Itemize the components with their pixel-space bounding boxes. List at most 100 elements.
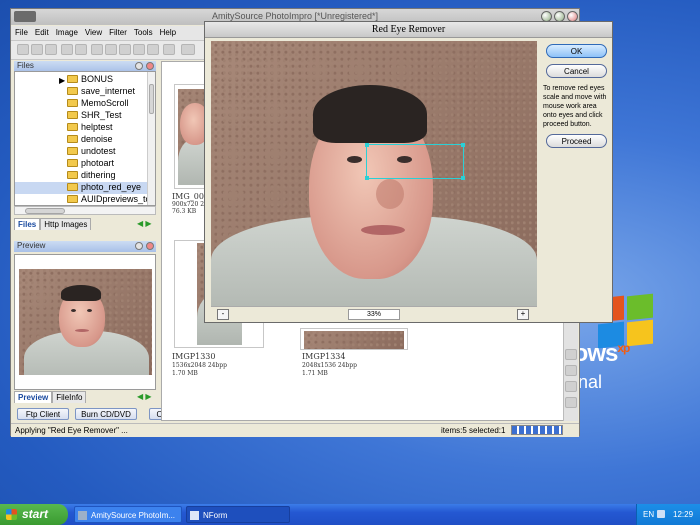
folder-icon bbox=[67, 159, 78, 167]
status-bar: Applying "Red Eye Remover" ... items:5 s… bbox=[11, 423, 579, 437]
thumbnail-size: 76.3 KB bbox=[172, 208, 197, 215]
tree-item[interactable]: MemoScroll bbox=[67, 98, 129, 110]
tree-item[interactable]: dithering bbox=[67, 170, 116, 182]
tool-icon[interactable] bbox=[565, 365, 577, 376]
tray-icon[interactable] bbox=[657, 510, 665, 518]
check-icon[interactable] bbox=[147, 44, 159, 55]
tree-item-selected[interactable]: photo_red_eye bbox=[15, 182, 155, 194]
folder-icon bbox=[67, 99, 78, 107]
start-button[interactable]: start bbox=[0, 504, 68, 525]
folder-tree[interactable]: ▶ BONUS save_internet MemoScroll SHR_Tes… bbox=[14, 71, 156, 206]
preview-photo bbox=[19, 269, 152, 375]
tree-item[interactable]: denoise bbox=[67, 134, 113, 146]
tree-item[interactable]: helptest bbox=[67, 122, 113, 134]
combo-box[interactable] bbox=[181, 44, 195, 55]
copy-icon[interactable] bbox=[91, 44, 103, 55]
scroll-thumb[interactable] bbox=[25, 208, 65, 214]
preview-area bbox=[14, 254, 156, 390]
menu-tools[interactable]: Tools bbox=[130, 26, 156, 37]
thumbnail-name: IMGP1330 bbox=[172, 352, 216, 361]
panel-close-icon[interactable] bbox=[146, 62, 154, 70]
task-photoimpro[interactable]: AmitySource PhotoIm... bbox=[74, 506, 182, 523]
menu-filter[interactable]: Filter bbox=[105, 26, 130, 37]
resize-handle[interactable] bbox=[365, 176, 369, 180]
stop-icon[interactable] bbox=[163, 44, 175, 55]
print-icon[interactable] bbox=[133, 44, 145, 55]
expand-arrow-icon[interactable]: ▶ bbox=[59, 76, 65, 85]
instructions-text: To remove red eyes scale and move with m… bbox=[543, 85, 607, 128]
tab-fileinfo[interactable]: FileInfo bbox=[52, 391, 87, 403]
folder-icon bbox=[67, 147, 78, 155]
tree-item[interactable]: save_internet bbox=[67, 86, 135, 98]
preview-tabs: Preview FileInfo bbox=[14, 391, 87, 403]
app-title: AmitySource PhotoImpro [*Unregistered*] bbox=[211, 11, 379, 21]
preview-panel-title: Preview bbox=[17, 241, 46, 250]
proceed-button[interactable]: Proceed bbox=[546, 134, 607, 148]
ok-button[interactable]: OK bbox=[546, 44, 607, 58]
nav-arrows-icon[interactable]: ◀ ▶ bbox=[137, 219, 152, 228]
tree-horizontal-scrollbar[interactable] bbox=[14, 206, 156, 215]
tree-item[interactable]: SHR_Test bbox=[67, 110, 122, 122]
up-icon[interactable] bbox=[45, 44, 57, 55]
dialog-title[interactable]: Red Eye Remover bbox=[205, 22, 612, 38]
tab-preview[interactable]: Preview bbox=[14, 391, 53, 403]
resize-handle[interactable] bbox=[461, 176, 465, 180]
back-icon[interactable] bbox=[17, 44, 29, 55]
tab-http-images[interactable]: Http Images bbox=[40, 218, 92, 230]
tool-icon[interactable] bbox=[565, 381, 577, 392]
app-icon bbox=[78, 511, 87, 520]
files-tabs: Files Http Images bbox=[14, 218, 92, 230]
tree-item[interactable]: photoart bbox=[67, 158, 114, 170]
work-area[interactable]: - 33% + bbox=[211, 41, 537, 326]
nav-arrows-icon[interactable]: ◀ ▶ bbox=[137, 392, 152, 401]
menu-view[interactable]: View bbox=[81, 26, 105, 37]
tree-item[interactable]: undotest bbox=[67, 146, 116, 158]
tree-vertical-scrollbar[interactable] bbox=[147, 72, 155, 205]
paste-icon[interactable] bbox=[105, 44, 117, 55]
redo-icon[interactable] bbox=[75, 44, 87, 55]
rotate-icon[interactable] bbox=[119, 44, 131, 55]
menu-edit[interactable]: Edit bbox=[31, 26, 52, 37]
app-icon bbox=[190, 511, 199, 520]
folder-icon bbox=[67, 87, 78, 95]
zoom-out-button[interactable]: - bbox=[217, 309, 229, 320]
undo-icon[interactable] bbox=[61, 44, 73, 55]
thumbnail-size: 1.70 MB bbox=[172, 370, 198, 377]
clock: 12:29 bbox=[673, 510, 694, 519]
forward-icon[interactable] bbox=[31, 44, 43, 55]
tree-item[interactable]: AUIDpreviews_to bbox=[67, 194, 151, 205]
red-eye-remover-dialog: Red Eye Remover - 33% + OK Cancel To rem… bbox=[204, 21, 613, 323]
resize-handle[interactable] bbox=[365, 143, 369, 147]
menu-help[interactable]: Help bbox=[156, 26, 179, 37]
scroll-thumb[interactable] bbox=[149, 84, 154, 114]
folder-icon bbox=[67, 111, 78, 119]
tool-icon[interactable] bbox=[565, 397, 577, 408]
cancel-button[interactable]: Cancel bbox=[546, 64, 607, 78]
thumbnail-dims: 1536x2048 24bpp bbox=[172, 362, 227, 369]
folder-icon bbox=[67, 135, 78, 143]
selection-rectangle[interactable] bbox=[365, 143, 465, 180]
tree-item[interactable]: BONUS bbox=[67, 74, 113, 86]
windows-flag-icon bbox=[6, 509, 17, 520]
resize-handle[interactable] bbox=[461, 143, 465, 147]
folder-icon bbox=[67, 75, 78, 83]
taskbar: start AmitySource PhotoIm... NForm EN 12… bbox=[0, 504, 700, 525]
side-toolbar bbox=[563, 319, 578, 421]
zoom-level: 33% bbox=[348, 309, 400, 320]
ftp-client-button[interactable]: Ftp Client bbox=[17, 408, 69, 420]
panel-close-icon[interactable] bbox=[146, 242, 154, 250]
panel-restore-icon[interactable] bbox=[135, 242, 143, 250]
task-nform[interactable]: NForm bbox=[186, 506, 290, 523]
tab-files[interactable]: Files bbox=[14, 218, 41, 230]
zoom-in-button[interactable]: + bbox=[517, 309, 529, 320]
panel-restore-icon[interactable] bbox=[135, 62, 143, 70]
folder-icon bbox=[67, 123, 78, 131]
progress-bar bbox=[511, 425, 563, 435]
thumbnail-item[interactable] bbox=[300, 328, 408, 350]
menu-file[interactable]: File bbox=[11, 26, 31, 37]
language-indicator[interactable]: EN bbox=[643, 510, 654, 519]
thumbnail-name: IMGP1334 bbox=[302, 352, 346, 361]
burn-cd-button[interactable]: Burn CD/DVD bbox=[75, 408, 137, 420]
menu-image[interactable]: Image bbox=[52, 26, 81, 37]
tool-icon[interactable] bbox=[565, 349, 577, 360]
